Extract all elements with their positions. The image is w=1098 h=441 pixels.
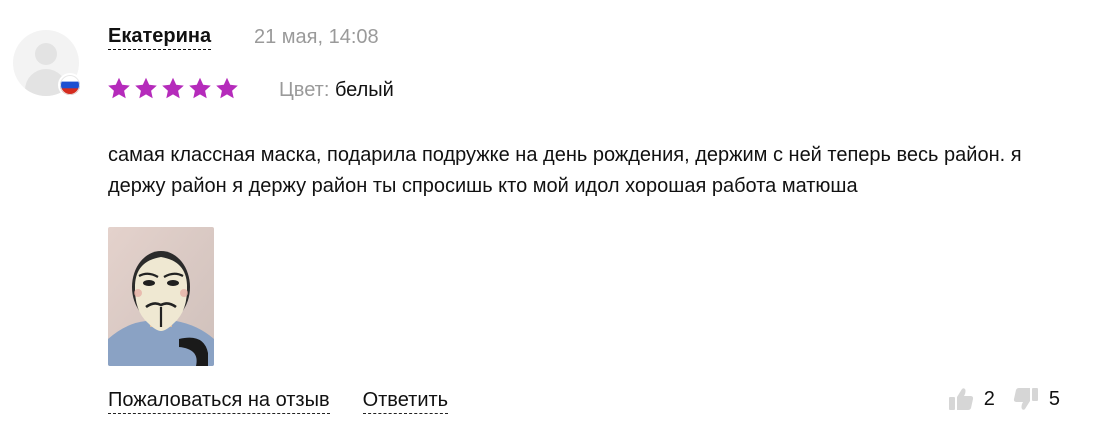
review-photo[interactable] <box>108 227 214 366</box>
reply-link[interactable]: Ответить <box>362 388 449 414</box>
rating-stars <box>107 77 239 100</box>
likes-count: 2 <box>983 387 995 410</box>
russia-flag-icon <box>58 73 82 97</box>
like-button[interactable]: 2 <box>948 386 1013 412</box>
dislike-button[interactable]: 5 <box>1013 386 1060 412</box>
star-icon <box>135 77 157 99</box>
attribute-value: белый <box>334 79 394 101</box>
star-icon <box>162 77 184 99</box>
thumbs-down-icon <box>1013 388 1038 410</box>
review-author-name[interactable]: Екатерина <box>108 24 212 50</box>
dislikes-count: 5 <box>1048 387 1060 410</box>
attribute-key: Цвет: <box>279 79 330 101</box>
review-attribute: Цвет: белый <box>279 78 394 102</box>
thumbs-up-icon <box>948 388 973 410</box>
review-text: самая классная маска, подарила подружке … <box>108 144 1022 197</box>
avatar-head-shape <box>35 43 57 65</box>
star-icon <box>189 77 211 99</box>
star-icon <box>108 77 130 99</box>
star-icon <box>216 77 238 99</box>
complain-link[interactable]: Пожаловаться на отзыв <box>108 388 330 414</box>
review-actions: Пожаловаться на отзыв Ответить <box>108 388 449 414</box>
review-date: 21 мая, 14:08 <box>254 26 379 48</box>
review-votes: 2 5 <box>948 386 1060 412</box>
